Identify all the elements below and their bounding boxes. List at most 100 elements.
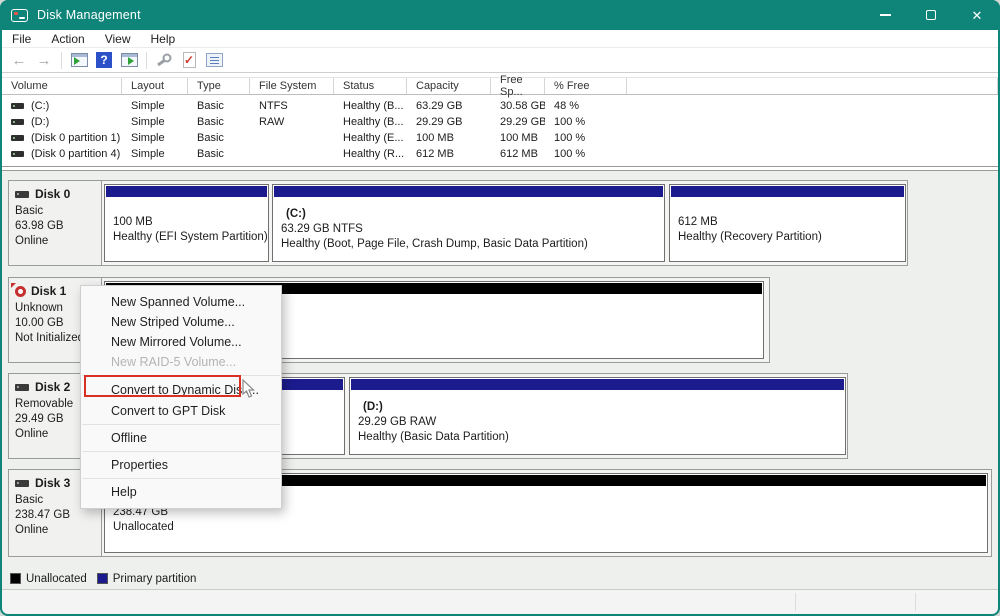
cell-volume: (Disk 0 partition 1) [31,132,120,144]
disk-icon [15,480,29,487]
partition-bar [274,186,663,197]
cell-file-system: NTFS [250,98,334,114]
forward-button[interactable]: → [33,50,55,71]
maximize-button[interactable] [908,0,954,30]
partition-size: 100 MB [113,215,267,230]
tools-button[interactable] [153,50,175,71]
disk-size: 63.98 GB [15,219,101,234]
column-header-type[interactable]: Type [188,78,250,94]
partition-status: Healthy (Boot, Page File, Crash Dump, Ba… [281,237,663,252]
partition-c[interactable]: (C:) 63.29 GB NTFS Healthy (Boot, Page F… [272,184,665,262]
disk-error-icon [15,286,26,297]
maximize-icon [926,10,936,20]
menu-help[interactable]: Help [141,32,186,46]
cell-status: Healthy (B... [334,114,407,130]
column-header-layout[interactable]: Layout [122,78,188,94]
statusbar-divider [795,593,796,611]
disk-icon [15,384,29,391]
back-arrow-icon: ← [12,53,27,68]
partition-recovery[interactable]: 612 MB Healthy (Recovery Partition) [669,184,906,262]
cell-pct-free: 100 % [545,146,627,162]
cell-capacity: 100 MB [407,130,491,146]
close-icon: ✕ [972,9,983,22]
cell-free-space: 29.29 GB [491,114,545,130]
column-header-file-system[interactable]: File System [250,78,334,94]
column-header-status[interactable]: Status [334,78,407,94]
menu-file[interactable]: File [2,32,41,46]
menu-bar: File Action View Help [2,30,998,48]
partition-status: Healthy (Basic Data Partition) [358,430,844,445]
cell-layout: Simple [122,98,188,114]
titlebar: Disk Management ✕ [0,0,1000,30]
disk-icon [15,191,29,198]
volume-icon [11,103,24,109]
cell-file-system [250,146,334,162]
table-row[interactable]: (D:) Simple Basic RAW Healthy (B... 29.2… [2,114,998,130]
cell-volume: (D:) [31,116,49,128]
cell-type: Basic [188,146,250,162]
toolbar-separator [146,52,147,69]
partition-status: Healthy (Recovery Partition) [678,230,904,245]
column-header-volume[interactable]: Volume [2,78,122,94]
tool-icon [155,52,173,68]
volume-icon [11,151,24,157]
cell-pct-free: 48 % [545,98,627,114]
menu-item-new-mirrored-volume[interactable]: New Mirrored Volume... [81,332,281,352]
table-row[interactable]: (Disk 0 partition 1) Simple Basic Health… [2,130,998,146]
partition-title: (D:) [358,400,844,415]
cell-free-space: 612 MB [491,146,545,162]
partition-title: (C:) [281,207,663,222]
disk-status: Online [15,234,101,249]
disk-status: Online [15,523,101,538]
partition-d[interactable]: (D:) 29.29 GB RAW Healthy (Basic Data Pa… [349,377,846,455]
cell-file-system [250,130,334,146]
table-row[interactable]: (C:) Simple Basic NTFS Healthy (B... 63.… [2,98,998,114]
column-header-capacity[interactable]: Capacity [407,78,491,94]
column-header-pct-free[interactable]: % Free [545,78,627,94]
disk-type: Basic [15,204,101,219]
show-console-tree-button[interactable] [68,50,90,71]
unallocated-swatch [10,573,21,584]
column-header-free-space[interactable]: Free Sp... [491,78,545,94]
menu-view[interactable]: View [95,32,141,46]
legend-unallocated-label: Unallocated [26,573,87,585]
menu-item-new-spanned-volume[interactable]: New Spanned Volume... [81,292,281,312]
cell-status: Healthy (E... [334,130,407,146]
properties-button[interactable] [203,50,225,71]
table-row[interactable]: (Disk 0 partition 4) Simple Basic Health… [2,146,998,162]
legend-primary-label: Primary partition [113,573,197,585]
partition-size: 612 MB [678,215,904,230]
disk0-panel[interactable]: Disk 0 Basic 63.98 GB Online [9,181,102,265]
forward-arrow-icon: → [37,53,52,68]
partition-size: 29.29 GB RAW [358,415,844,430]
cell-volume: (C:) [31,100,49,112]
disk-management-app-icon [11,9,28,22]
action-pane-icon [121,53,138,67]
menu-separator [82,478,280,479]
show-action-pane-button[interactable] [118,50,140,71]
menu-item-properties[interactable]: Properties [81,455,281,475]
cell-type: Basic [188,98,250,114]
partition-efi[interactable]: 100 MB Healthy (EFI System Partition) [104,184,269,262]
minimize-button[interactable] [862,0,908,30]
volume-icon [11,135,24,141]
menu-item-help[interactable]: Help [81,482,281,502]
menu-item-offline[interactable]: Offline [81,428,281,448]
partition-size: 63.29 GB NTFS [281,222,663,237]
console-tree-icon [71,53,88,67]
cell-layout: Simple [122,114,188,130]
menu-action[interactable]: Action [41,32,94,46]
volume-icon [11,119,24,125]
cell-layout: Simple [122,130,188,146]
annotation-highlight-box [84,375,241,397]
menu-item-convert-to-gpt-disk[interactable]: Convert to GPT Disk [81,401,281,421]
back-button[interactable]: ← [8,50,30,71]
close-button[interactable]: ✕ [954,0,1000,30]
help-button[interactable]: ? [93,50,115,71]
menu-item-new-raid5-volume: New RAID-5 Volume... [81,352,281,372]
menu-item-new-striped-volume[interactable]: New Striped Volume... [81,312,281,332]
check-document-icon: ✓ [183,52,196,68]
window-controls: ✕ [862,0,1000,30]
column-header-filler [627,78,998,94]
check-disk-button[interactable]: ✓ [178,50,200,71]
